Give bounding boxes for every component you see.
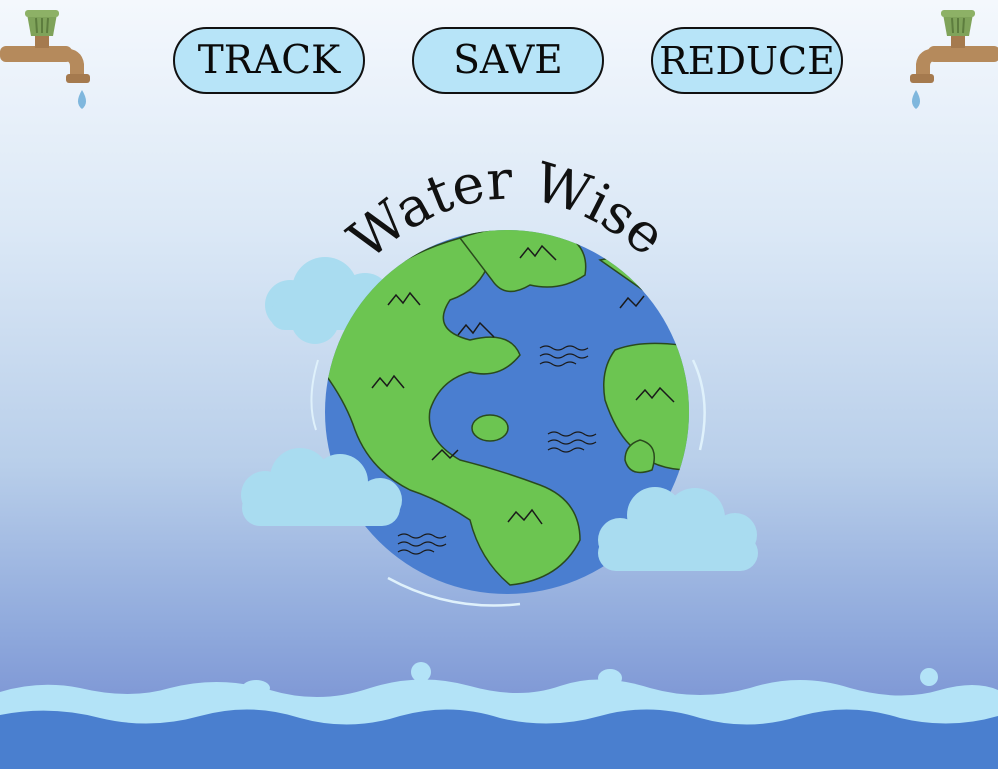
orbit-line <box>310 359 319 431</box>
water-waves <box>0 662 998 769</box>
globe-logo: Water Wise <box>0 148 998 769</box>
orbit-line <box>691 359 706 451</box>
